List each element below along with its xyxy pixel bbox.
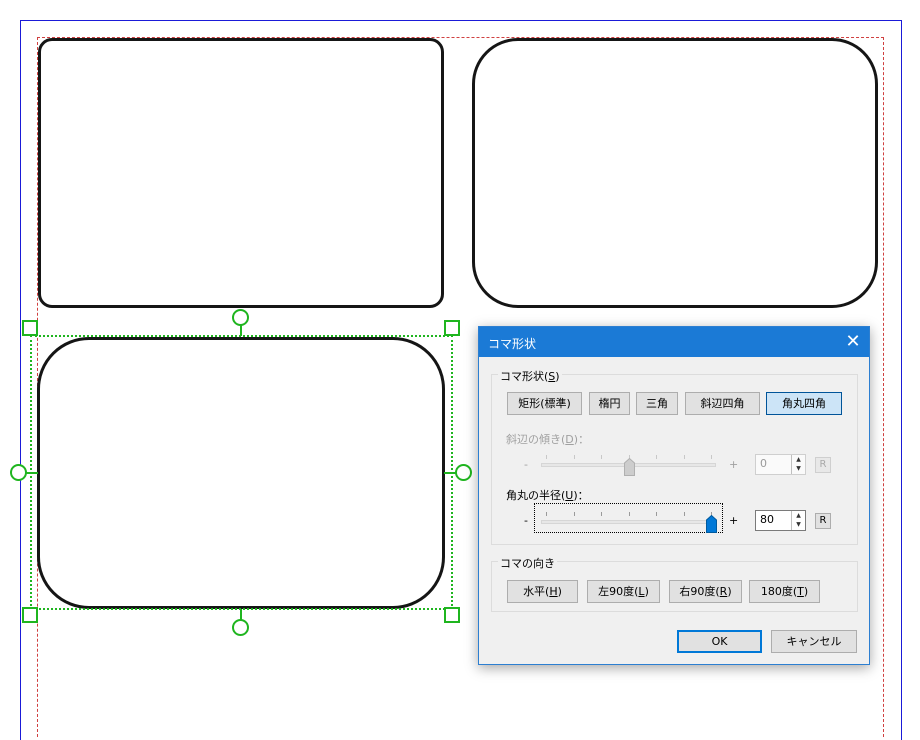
dialog-titlebar[interactable]: コマ形状 ✕ — [479, 327, 869, 357]
comic-panel-1[interactable] — [38, 38, 444, 308]
close-icon[interactable]: ✕ — [839, 329, 867, 355]
slant-slider-tick — [546, 455, 547, 459]
selection-frame — [30, 335, 453, 610]
radius-slider-tick — [628, 512, 630, 516]
resize-handle-top-right[interactable] — [444, 320, 460, 336]
radius-slider-tick — [683, 512, 685, 516]
slant-slider-tick — [711, 455, 712, 459]
shape-ellipse-button[interactable]: 楕円 — [589, 392, 630, 415]
radius-slider-thumb[interactable] — [706, 515, 717, 533]
radius-reset-button[interactable]: R — [815, 513, 831, 529]
handle-middle-left[interactable] — [10, 464, 27, 481]
shape-triangle-button[interactable]: 三角 — [636, 392, 678, 415]
orient-right90-button[interactable]: 右90度(R) — [669, 580, 742, 603]
orient-horizontal-button[interactable]: 水平(H) — [507, 580, 578, 603]
shape-group-label: コマ形状(S) — [498, 368, 562, 384]
slant-spin-up-icon[interactable]: ▲ — [792, 455, 805, 464]
orientation-group-label: コマの向き — [498, 555, 557, 571]
panel-shape-dialog: コマ形状 ✕ コマ形状(S) 矩形(標準) 楕円 三角 斜辺四角 角丸四角 斜辺… — [478, 326, 870, 665]
orient-left90-button[interactable]: 左90度(L) — [587, 580, 660, 603]
handle-bottom-center[interactable] — [232, 619, 249, 636]
shape-rounded-rect-button[interactable]: 角丸四角 — [766, 392, 842, 415]
dialog-title: コマ形状 — [488, 337, 537, 351]
cancel-button[interactable]: キャンセル — [771, 630, 857, 653]
slant-slider-tick — [683, 455, 685, 459]
radius-slider-tick — [573, 512, 575, 516]
radius-minus: - — [524, 514, 528, 527]
handle-middle-right[interactable] — [455, 464, 472, 481]
resize-handle-top-left[interactable] — [22, 320, 38, 336]
slant-plus: + — [729, 458, 739, 471]
radius-slider-tick — [601, 512, 602, 516]
slant-label: 斜辺の傾き(D)： — [506, 433, 590, 446]
slant-reset-button[interactable]: R — [815, 457, 831, 473]
shape-slanted-rect-button[interactable]: 斜辺四角 — [685, 392, 760, 415]
resize-handle-bottom-left[interactable] — [22, 607, 38, 623]
slant-slider-tick — [573, 455, 575, 459]
radius-value-input[interactable]: 80 ▲ ▼ — [755, 510, 806, 531]
slant-spin-down-icon[interactable]: ▼ — [792, 464, 805, 473]
rotate-handle-stem-left — [26, 472, 38, 474]
radius-spin-up-icon[interactable]: ▲ — [792, 511, 805, 520]
orient-180-button[interactable]: 180度(T) — [749, 580, 820, 603]
slant-value-input[interactable]: 0 ▲ ▼ — [755, 454, 806, 475]
slant-slider-tick — [601, 455, 602, 459]
slant-slider[interactable] — [541, 451, 716, 476]
radius-slider-tick — [546, 512, 547, 516]
handle-top-center[interactable] — [232, 309, 249, 326]
ok-button[interactable]: OK — [677, 630, 762, 653]
comic-panel-2[interactable] — [472, 38, 878, 308]
slant-slider-thumb[interactable] — [623, 458, 635, 476]
shape-rectangle-button[interactable]: 矩形(標準) — [507, 392, 582, 415]
radius-spin-down-icon[interactable]: ▼ — [792, 520, 805, 529]
radius-slider-tick — [656, 512, 657, 516]
slant-slider-tick — [656, 455, 657, 459]
radius-plus: + — [729, 514, 739, 527]
radius-label: 角丸の半径(U)： — [506, 489, 589, 502]
resize-handle-bottom-right[interactable] — [444, 607, 460, 623]
slant-minus: - — [524, 458, 528, 471]
radius-slider[interactable] — [534, 503, 723, 533]
